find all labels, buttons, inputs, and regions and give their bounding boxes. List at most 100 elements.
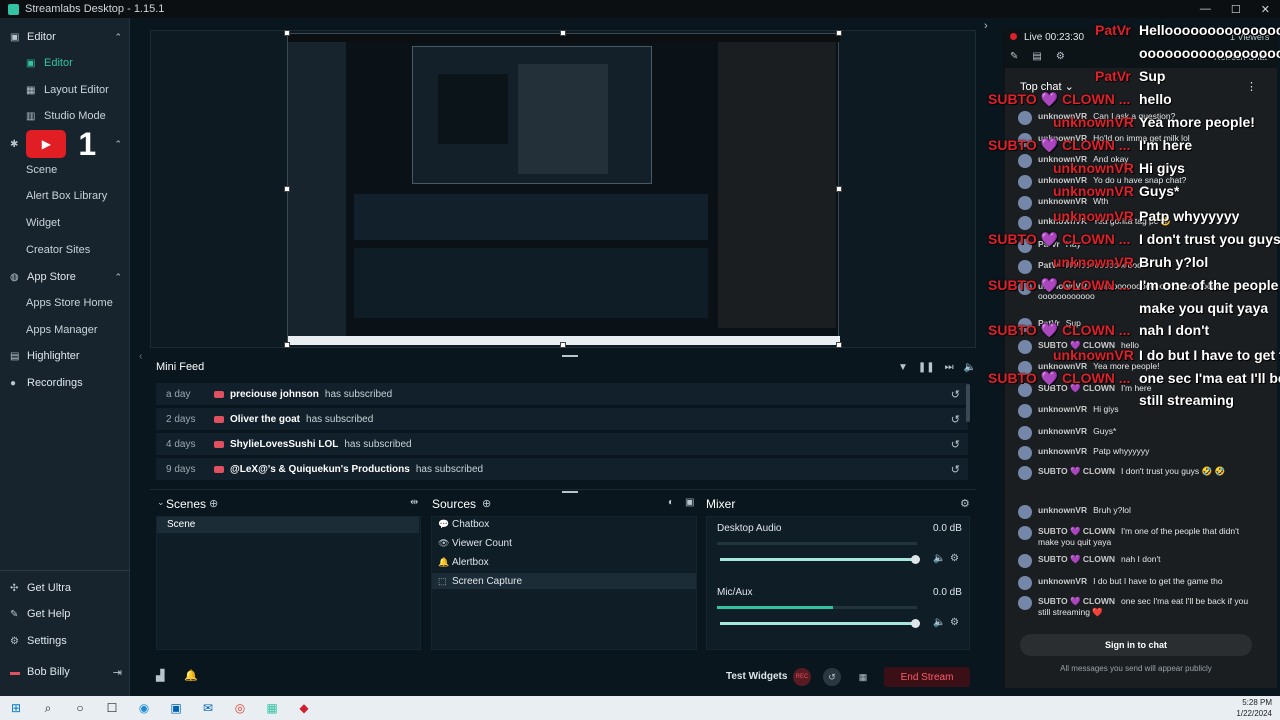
record-button[interactable]: REC xyxy=(793,668,811,686)
sidebar-item-studio-mode[interactable]: ▥ Studio Mode xyxy=(0,103,130,129)
source-label: Chatbox xyxy=(452,518,490,530)
user-account[interactable]: ▬ Bob Billy ⇥ xyxy=(0,659,130,685)
app-icon[interactable]: ◆ xyxy=(296,700,312,716)
screen-capture-source[interactable] xyxy=(287,33,840,345)
gear-icon[interactable]: ⚙ xyxy=(1056,51,1065,62)
streamlabs-icon[interactable]: ▦ xyxy=(264,700,280,716)
maximize-button[interactable]: ☐ xyxy=(1231,3,1241,16)
logout-icon[interactable]: ⇥ xyxy=(113,666,122,679)
user-name: Bob Billy xyxy=(27,666,70,678)
schedule-icon[interactable]: ▦ xyxy=(854,668,872,686)
volume-slider-knob[interactable] xyxy=(911,555,920,564)
sidebar-item-get-help[interactable]: ✎ Get Help xyxy=(0,601,130,627)
source-item-chatbox[interactable]: 💬 Chatbox xyxy=(432,516,696,532)
resize-handle[interactable] xyxy=(560,30,566,36)
popout-icon[interactable]: ▤ xyxy=(1032,51,1041,62)
resize-handle[interactable] xyxy=(836,342,842,348)
studio-mode-icon: ▥ xyxy=(26,110,36,122)
chat-message-body: unknownVR Patp whyyyyyy xyxy=(1038,446,1149,460)
themes-section-header[interactable]: ✱ ▶ 1 ⌃ xyxy=(10,126,122,162)
search-icon[interactable]: ⌕ xyxy=(40,700,56,716)
speaker-icon[interactable]: 🔈 xyxy=(933,553,945,564)
pause-icon[interactable]: ❚❚ xyxy=(918,362,935,373)
source-folder-icon[interactable]: ▣ xyxy=(685,497,694,508)
sidebar-item-editor[interactable]: ▣ Editor xyxy=(0,50,130,76)
speaker-icon[interactable]: 🔈 xyxy=(933,617,945,628)
filter-icon[interactable]: ▼ xyxy=(898,362,908,373)
sidebar-item-layout-editor[interactable]: ▦ Layout Editor xyxy=(0,77,130,103)
chevron-down-icon[interactable]: ⌄ xyxy=(157,497,165,508)
gear-icon[interactable]: ⚙ xyxy=(960,497,970,510)
chat-text: I do but I have to get the game tho xyxy=(1093,576,1223,586)
more-options-icon[interactable]: ⋮ xyxy=(1246,80,1257,93)
repeat-alert-icon[interactable]: ↺ xyxy=(951,388,960,401)
mixer-channel-db: 0.0 dB xyxy=(933,523,962,534)
scene-item[interactable]: Scene xyxy=(157,517,419,533)
feed-time: a day xyxy=(166,388,191,400)
sidebar-item-scene[interactable]: Scene xyxy=(0,157,130,183)
sign-in-to-chat-button[interactable]: Sign in to chat xyxy=(1020,634,1252,656)
edge-browser-icon[interactable]: ◉ xyxy=(136,700,152,716)
add-source-icon[interactable]: ⊕ xyxy=(482,497,491,510)
widgets-icon[interactable]: ☐ xyxy=(104,700,120,716)
sidebar-item-highlighter[interactable]: ▤ Highlighter xyxy=(0,343,130,369)
chat-message-body: unknownVR Guys* xyxy=(1038,426,1116,440)
resize-handle[interactable] xyxy=(836,30,842,36)
sidebar-item-widget[interactable]: Widget xyxy=(0,210,130,236)
end-stream-button[interactable]: End Stream xyxy=(884,667,970,687)
chat-message-body: SUBTO 💜 CLOWN I don't trust you guys 🤣 🤣 xyxy=(1038,466,1225,480)
sidebar-item-settings[interactable]: ⚙ Settings xyxy=(0,628,130,654)
resize-handle[interactable] xyxy=(284,186,290,192)
notifications-icon[interactable]: 🔔 xyxy=(184,669,198,682)
test-widgets-label[interactable]: Test Widgets xyxy=(726,671,787,682)
source-item-alertbox[interactable]: 🔔 Alertbox xyxy=(432,554,696,570)
gear-icon[interactable]: ⚙ xyxy=(950,553,959,564)
source-item-viewer-count[interactable]: 👁 Viewer Count xyxy=(432,535,696,551)
minifeed-scrollbar[interactable] xyxy=(966,384,970,422)
edit-icon[interactable]: ✎ xyxy=(1010,51,1018,62)
skip-icon[interactable]: ⏭ xyxy=(945,362,954,373)
volume-icon[interactable]: 🔈 xyxy=(964,362,976,373)
source-group-icon[interactable]: ◐ xyxy=(668,497,674,508)
overlay-message: Hi giys xyxy=(1139,160,1185,176)
store-icon[interactable]: ▣ xyxy=(168,700,184,716)
sidebar-section-editor[interactable]: ▣ Editor ⌃ xyxy=(0,24,130,50)
sidebar-item-get-ultra[interactable]: ✣ Get Ultra xyxy=(0,575,130,601)
volume-slider-knob[interactable] xyxy=(911,619,920,628)
avatar xyxy=(1018,216,1032,230)
repeat-alert-icon[interactable]: ↺ xyxy=(951,413,960,426)
stats-icon[interactable]: ▟ xyxy=(156,669,164,682)
screen-icon: ⬚ xyxy=(438,575,447,586)
resize-handle[interactable] xyxy=(284,342,290,348)
source-item-screen-capture[interactable]: ⬚ Screen Capture xyxy=(432,573,696,589)
expand-right-icon[interactable]: › xyxy=(984,20,988,32)
repeat-alert-icon[interactable]: ↺ xyxy=(951,463,960,476)
sidebar-item-creator-sites[interactable]: Creator Sites xyxy=(0,237,130,263)
sidebar-item-apps-manager[interactable]: Apps Manager xyxy=(0,317,130,343)
add-scene-icon[interactable]: ⊕ xyxy=(209,497,218,510)
chrome-icon[interactable]: ◎ xyxy=(232,700,248,716)
minimize-button[interactable]: — xyxy=(1200,3,1211,16)
resize-handle[interactable] xyxy=(560,342,566,348)
task-view-icon[interactable]: ○ xyxy=(72,700,88,716)
gear-icon[interactable]: ⚙ xyxy=(950,617,959,628)
sidebar-item-apps-store-home[interactable]: Apps Store Home xyxy=(0,290,130,316)
layout-icon: ▦ xyxy=(26,84,36,96)
sidebar-item-alert-box-library[interactable]: Alert Box Library xyxy=(0,183,130,209)
volume-slider[interactable] xyxy=(720,622,916,625)
mail-icon[interactable]: ✉ xyxy=(200,700,216,716)
scene-transition-icon[interactable]: ⇹ xyxy=(410,497,418,508)
panel-resize-grip[interactable] xyxy=(562,355,578,357)
sidebar-section-app-store[interactable]: ◍ App Store ⌃ xyxy=(0,264,130,290)
volume-slider[interactable] xyxy=(720,558,916,561)
resize-handle[interactable] xyxy=(836,186,842,192)
overlay-message: I don't trust you guys xyxy=(1139,231,1280,247)
collapse-left-icon[interactable]: ‹ xyxy=(139,351,142,362)
panel-resize-grip[interactable] xyxy=(562,491,578,493)
close-button[interactable]: ✕ xyxy=(1261,3,1270,16)
sidebar-item-recordings[interactable]: ● Recordings xyxy=(0,370,130,396)
replay-buffer-icon[interactable]: ↺ xyxy=(823,668,841,686)
windows-start-icon[interactable]: ⊞ xyxy=(8,700,24,716)
resize-handle[interactable] xyxy=(284,30,290,36)
repeat-alert-icon[interactable]: ↺ xyxy=(951,438,960,451)
